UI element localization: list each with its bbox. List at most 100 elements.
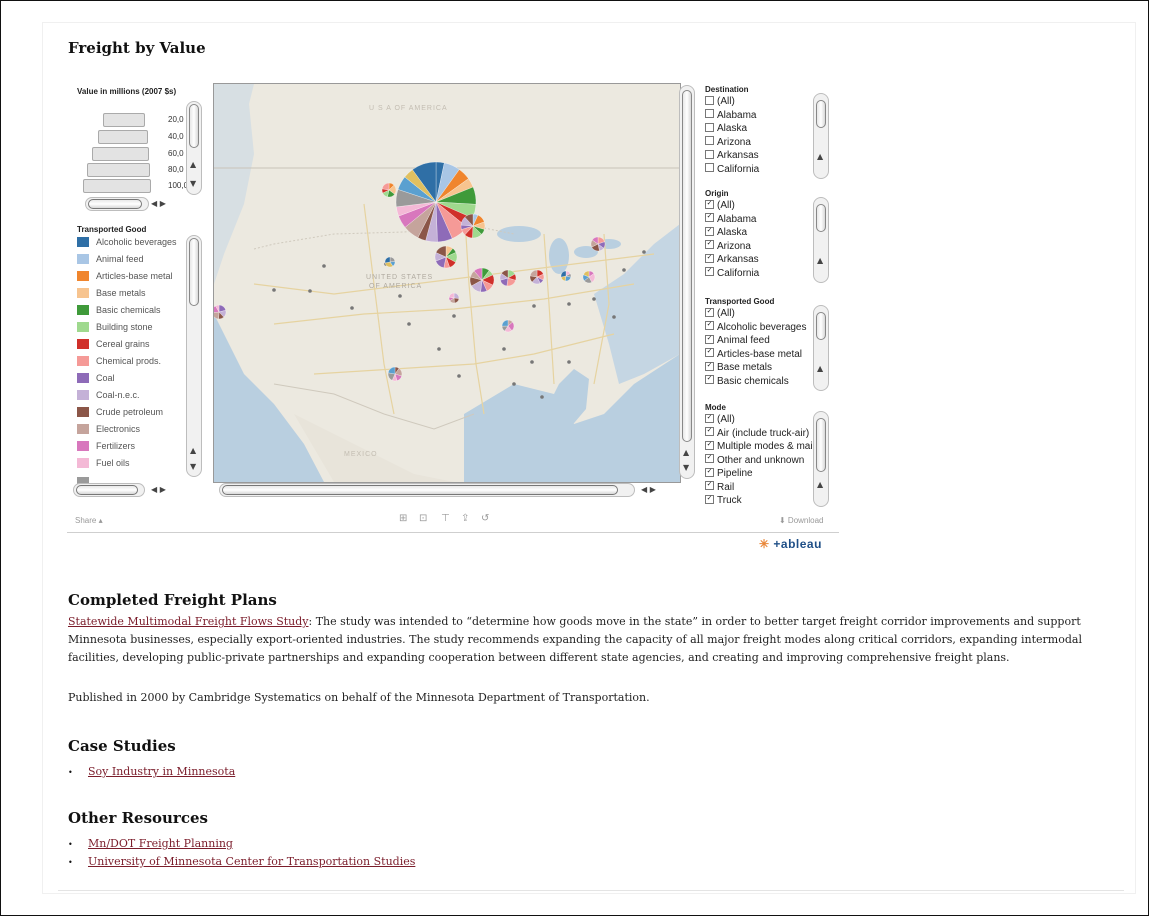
- checkbox-checked-icon[interactable]: ✓: [705, 213, 714, 223]
- mndot-freight-planning-link[interactable]: Mn/DOT Freight Planning: [88, 837, 233, 850]
- map-hscroll-thumb[interactable]: [222, 485, 618, 495]
- scroll-up-arrow-icon[interactable]: ▲: [190, 446, 196, 456]
- checkbox-checked-icon[interactable]: ✓: [705, 413, 714, 423]
- download-button[interactable]: ⬇ Download: [779, 516, 824, 525]
- scroll-left-arrow-icon[interactable]: ◀ ▶: [151, 485, 166, 495]
- filter-option[interactable]: ✓ Alcoholic beverages: [705, 321, 813, 335]
- filter-option[interactable]: ✓ Rail: [705, 481, 813, 495]
- umn-cts-link[interactable]: University of Minnesota Center for Trans…: [88, 855, 415, 868]
- scroll-down-arrow-icon[interactable]: ▼: [190, 462, 196, 472]
- scroll-up-arrow-icon[interactable]: ▲: [190, 160, 196, 170]
- scroll-left-arrow-icon[interactable]: ◀ ▶: [641, 485, 656, 495]
- filter-option[interactable]: ✓ Other and unknown: [705, 454, 813, 468]
- good-vscroll-thumb[interactable]: [816, 312, 826, 340]
- freight-flows-study-link[interactable]: Statewide Multimodal Freight Flows Study: [68, 615, 309, 628]
- goods-legend-item[interactable]: Fuel oils: [77, 456, 130, 470]
- origin-vscroll-thumb[interactable]: [816, 204, 826, 232]
- scroll-down-arrow-icon[interactable]: ▼: [683, 463, 689, 473]
- checkbox-checked-icon[interactable]: ✓: [705, 199, 714, 209]
- map-hscroll[interactable]: [219, 483, 635, 497]
- checkbox-checked-icon[interactable]: ✓: [705, 454, 714, 464]
- destination-vscroll[interactable]: ▲: [813, 93, 829, 179]
- tableau-logo[interactable]: ✳ +ableau: [759, 537, 822, 551]
- filter-option[interactable]: ✓ Truck: [705, 494, 813, 508]
- goods-legend-item[interactable]: Chemical prods.: [77, 354, 161, 368]
- checkbox-icon[interactable]: [705, 122, 714, 132]
- checkbox-checked-icon[interactable]: ✓: [705, 467, 714, 477]
- checkbox-icon[interactable]: [705, 109, 714, 119]
- select-icon[interactable]: ⊡: [419, 513, 427, 524]
- goods-legend-item[interactable]: Basic chemicals: [77, 303, 161, 317]
- good-vscroll[interactable]: ▲: [813, 305, 829, 391]
- goods-legend-item[interactable]: Animal feed: [77, 252, 144, 266]
- mode-vscroll[interactable]: ▲: [813, 411, 829, 507]
- origin-vscroll[interactable]: ▲: [813, 197, 829, 283]
- goods-legend-item[interactable]: Crude petroleum: [77, 405, 163, 419]
- checkbox-icon[interactable]: [705, 95, 714, 105]
- filter-option[interactable]: ✓ Arizona: [705, 240, 813, 254]
- checkbox-checked-icon[interactable]: ✓: [705, 361, 714, 371]
- filter-option[interactable]: Alabama: [705, 109, 813, 123]
- map-vscroll[interactable]: ▲ ▼: [679, 85, 695, 479]
- scroll-up-arrow-icon[interactable]: ▲: [817, 256, 823, 266]
- filter-option[interactable]: ✓ Multiple modes & mail: [705, 440, 813, 454]
- filter-option[interactable]: ✓ Articles-base metal: [705, 348, 813, 362]
- filter-option[interactable]: ✓ Pipeline: [705, 467, 813, 481]
- filter-option[interactable]: ✓ Alabama: [705, 213, 813, 227]
- filter-option[interactable]: ✓ Animal feed: [705, 334, 813, 348]
- filter-option[interactable]: ✓ Alaska: [705, 226, 813, 240]
- checkbox-checked-icon[interactable]: ✓: [705, 427, 714, 437]
- checkbox-checked-icon[interactable]: ✓: [705, 375, 714, 385]
- checkbox-checked-icon[interactable]: ✓: [705, 226, 714, 236]
- goods-legend-item[interactable]: Coal-n.e.c.: [77, 388, 140, 402]
- size-legend-vscroll-thumb[interactable]: [189, 104, 199, 148]
- checkbox-icon[interactable]: [705, 163, 714, 173]
- mode-vscroll-thumb[interactable]: [816, 418, 826, 472]
- checkbox-checked-icon[interactable]: ✓: [705, 307, 714, 317]
- scroll-up-arrow-icon[interactable]: ▲: [817, 364, 823, 374]
- scroll-up-arrow-icon[interactable]: ▲: [817, 480, 823, 490]
- filter-option[interactable]: ✓ Base metals: [705, 361, 813, 375]
- scroll-up-arrow-icon[interactable]: ▲: [817, 152, 823, 162]
- filter-option[interactable]: Alaska: [705, 122, 813, 136]
- filter-option[interactable]: ✓ California: [705, 267, 813, 281]
- checkbox-checked-icon[interactable]: ✓: [705, 348, 714, 358]
- goods-legend-item[interactable]: Base metals: [77, 286, 146, 300]
- filter-icon[interactable]: ⊤: [441, 513, 450, 524]
- filter-option[interactable]: ✓ (All): [705, 199, 813, 213]
- goods-legend-item[interactable]: Building stone: [77, 320, 153, 334]
- zoom-area-icon[interactable]: ⊞: [399, 513, 407, 524]
- filter-option[interactable]: ✓ Air (include truck-air): [705, 427, 813, 441]
- revert-icon[interactable]: ↺: [481, 513, 489, 524]
- soy-industry-link[interactable]: Soy Industry in Minnesota: [88, 765, 235, 778]
- filter-option[interactable]: Arkansas: [705, 149, 813, 163]
- scroll-down-arrow-icon[interactable]: ▼: [190, 179, 196, 189]
- goods-legend-item[interactable]: Coal: [77, 371, 115, 385]
- map-vscroll-thumb[interactable]: [682, 90, 692, 442]
- goods-legend-item[interactable]: Articles-base metal: [77, 269, 173, 283]
- checkbox-checked-icon[interactable]: ✓: [705, 321, 714, 331]
- goods-legend-item[interactable]: Fertilizers: [77, 439, 135, 453]
- filter-option[interactable]: ✓ Arkansas: [705, 253, 813, 267]
- filter-option[interactable]: California: [705, 163, 813, 177]
- checkbox-checked-icon[interactable]: ✓: [705, 494, 714, 504]
- checkbox-icon[interactable]: [705, 136, 714, 146]
- export-icon[interactable]: ⇪: [461, 513, 469, 524]
- goods-legend-vscroll[interactable]: ▲ ▼: [186, 235, 202, 477]
- checkbox-checked-icon[interactable]: ✓: [705, 440, 714, 450]
- filter-option[interactable]: ✓ (All): [705, 413, 813, 427]
- filter-option[interactable]: (All): [705, 95, 813, 109]
- goods-legend-hscroll[interactable]: [73, 483, 145, 497]
- filter-option[interactable]: ✓ Basic chemicals: [705, 375, 813, 389]
- goods-legend-item[interactable]: Alcoholic beverages: [77, 235, 177, 249]
- freight-map[interactable]: UNITED STATES OF AMERICA MEXICO U S A OF…: [213, 83, 681, 483]
- checkbox-checked-icon[interactable]: ✓: [705, 240, 714, 250]
- checkbox-icon[interactable]: [705, 149, 714, 159]
- destination-vscroll-thumb[interactable]: [816, 100, 826, 128]
- scroll-left-arrow-icon[interactable]: ◀ ▶: [151, 199, 166, 209]
- goods-legend-item[interactable]: Electronics: [77, 422, 140, 436]
- size-legend-vscroll[interactable]: ▲ ▼: [186, 101, 202, 195]
- scroll-up-arrow-icon[interactable]: ▲: [683, 448, 689, 458]
- checkbox-checked-icon[interactable]: ✓: [705, 253, 714, 263]
- size-legend-hscroll-thumb[interactable]: [88, 199, 142, 209]
